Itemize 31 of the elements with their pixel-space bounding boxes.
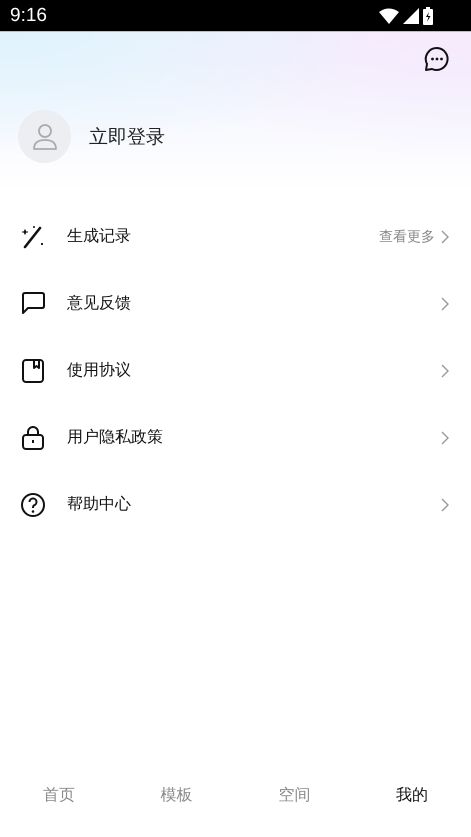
menu-label: 意见反馈	[67, 293, 132, 314]
magic-wand-icon	[20, 224, 46, 250]
nav-tab[interactable]: 空间	[278, 784, 310, 806]
menu-label: 生成记录	[67, 226, 132, 247]
battery-icon	[423, 6, 433, 24]
menu-item[interactable]: 用户隐私政策	[0, 404, 471, 471]
menu-item[interactable]: 意见反馈	[0, 270, 471, 337]
chevron-right-icon	[441, 430, 449, 444]
message-icon[interactable]	[424, 46, 450, 72]
menu-label: 使用协议	[67, 360, 132, 381]
view-more-label: 查看更多	[379, 228, 435, 246]
menu-item[interactable]: 使用协议	[0, 337, 471, 404]
lock-icon	[20, 424, 46, 450]
chevron-right-icon	[441, 498, 449, 512]
chevron-right-icon	[441, 230, 449, 244]
chevron-right-icon	[441, 364, 449, 378]
nav-tab[interactable]: 模板	[160, 784, 193, 806]
menu-label: 用户隐私政策	[67, 427, 164, 448]
document-icon	[20, 358, 46, 384]
login-link[interactable]: 立即登录	[89, 124, 165, 150]
status-time: 9:16	[10, 4, 47, 26]
nav-tab[interactable]: 首页	[42, 784, 75, 806]
speech-bubble-icon	[20, 290, 46, 316]
menu-label: 帮助中心	[67, 494, 132, 515]
menu-item[interactable]: 帮助中心	[0, 471, 471, 538]
chevron-right-icon	[441, 296, 449, 310]
help-icon	[20, 492, 46, 518]
wifi-icon	[379, 8, 399, 24]
menu-item[interactable]: 生成记录 查看更多	[0, 203, 471, 270]
signal-icon	[403, 8, 419, 24]
nav-tab[interactable]: 我的	[396, 784, 428, 806]
